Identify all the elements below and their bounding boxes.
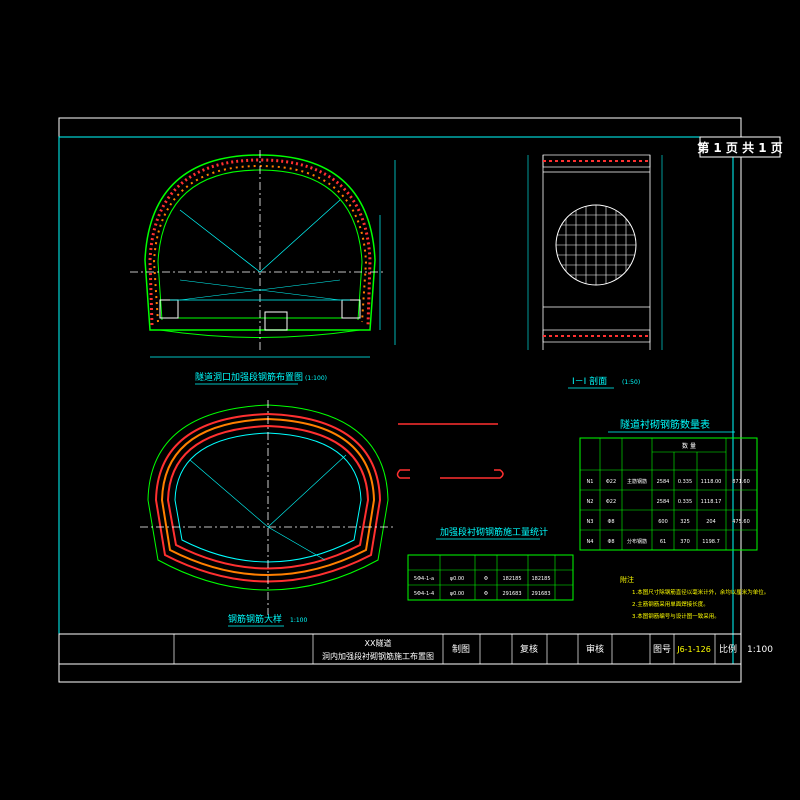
rebar-table-group-header: 数 量 — [682, 442, 696, 450]
drawing-no: J6-1-126 — [676, 645, 711, 654]
drawing-name: 洞内加强段衬砌钢筋施工布置图 — [322, 651, 434, 661]
view-caption-top-left: 隧道洞口加强段钢筋布置图 — [195, 371, 303, 383]
drain-left — [159, 299, 179, 319]
view-caption-bottom-left: 钢筋钢筋大样 — [228, 613, 282, 625]
table-cell: 370 — [680, 539, 690, 545]
outer-frame — [58, 117, 742, 683]
table-cell: 1198.7 — [702, 539, 720, 545]
scale-label: 比例 — [719, 643, 737, 655]
table-cell: 600 — [658, 519, 668, 525]
note-1: 1.本图尺寸除钢筋直径以毫米计外，余均以厘米为单位。 — [632, 588, 769, 596]
rebar-quantity-table: 隧道衬砌钢筋数量表 数 量 N1 Φ22 主筋钢筋 2584 0.335 1118.00 8… — [579, 418, 758, 551]
check-label: 审核 — [586, 643, 604, 655]
table-cell: 5Φ4-1-4 — [414, 591, 434, 597]
table-cell: 325 — [680, 519, 690, 525]
table-cell: 1118.00 — [701, 479, 722, 485]
table-cell: 分布钢筋 — [627, 538, 647, 545]
drawing-no-label: 图号 — [653, 644, 671, 655]
table-cell: 182185 — [531, 576, 550, 582]
table-cell: N4 — [587, 539, 594, 545]
table-cell: 0.335 — [678, 499, 692, 505]
table-cell: Φ8 — [607, 519, 614, 525]
table-cell: 2584 — [657, 479, 670, 485]
table-cell: φ0.00 — [450, 591, 464, 597]
radius-leader-left — [179, 209, 261, 273]
rebar-table-title: 隧道衬砌钢筋数量表 — [620, 418, 710, 431]
table-cell: 0.335 — [678, 479, 692, 485]
detail-leader-l — [189, 459, 269, 528]
rebar-detail-shapes — [396, 423, 504, 479]
section-caption: I－I 剖面 — [572, 375, 607, 387]
table-cell: 871.60 — [732, 479, 750, 485]
table-cell: 204 — [706, 519, 716, 525]
review-label: 复核 — [520, 643, 538, 655]
view-scale-top-left: (1:100) — [305, 375, 327, 382]
title-block: XX隧道 洞内加强段衬砌钢筋施工布置图 制图 复核 审核 图号 J6-1-126… — [58, 633, 773, 665]
notes-block: 附注 1.本图尺寸除钢筋直径以毫米计外，余均以厘米为单位。 2.主筋钢筋采用单面… — [620, 575, 769, 620]
table-cell: 1118.17 — [701, 499, 722, 505]
table-cell: N1 — [587, 479, 594, 485]
rebar-hook-right — [440, 469, 504, 479]
table-cell: Φ — [484, 576, 488, 582]
table-cell: Φ22 — [606, 479, 616, 485]
page-counter: 第 1 页 共 1 页 — [697, 140, 783, 155]
table-cell: 291683 — [502, 591, 521, 597]
table-cell: 291683 — [531, 591, 550, 597]
stat-table-title: 加强段衬砌钢筋施工量统计 — [440, 526, 548, 538]
note-3: 3.本图钢筋编号与设计图一致采用。 — [632, 612, 720, 620]
table-cell: 2584 — [657, 499, 670, 505]
tunnel-lining-detail-view: 钢筋钢筋大样 1:100 — [140, 400, 395, 627]
tunnel-reinforcement-view: 隧道洞口加强段钢筋布置图 (1:100) — [130, 150, 396, 385]
table-cell: φ0.00 — [450, 576, 464, 582]
detail-leader-r — [267, 454, 347, 528]
table-cell: 61 — [660, 539, 666, 545]
center-drain — [264, 311, 288, 331]
section-i-i-view: I－I 剖面 (1:50) — [527, 154, 663, 389]
drain-right — [341, 299, 361, 319]
stat-table-rows: 5Φ4-1-a φ0.00 Φ 182185 182185 5Φ4-1-4 φ0.00 Φ 29… — [414, 576, 551, 597]
table-cell: N2 — [587, 499, 594, 505]
table-cell: Φ — [484, 591, 488, 597]
reinforcement-stat-table: 加强段衬砌钢筋施工量统计 5Φ4-1-a φ0.00 Φ 182185 1821855Φ… — [407, 526, 574, 601]
table-cell: 主筋钢筋 — [627, 478, 647, 485]
drawn-label: 制图 — [452, 643, 470, 655]
page-counter-box: 第 1 页 共 1 页 — [697, 136, 783, 158]
table-cell: N3 — [587, 519, 594, 525]
section-scale: (1:50) — [622, 379, 640, 386]
table-cell: 5Φ4-1-a — [414, 576, 434, 582]
rebar-table-rows: N1 Φ22 主筋钢筋 2584 0.335 1118.00 871.60 N2 Φ22 2584… — [587, 478, 750, 545]
detail-leader-b — [267, 526, 326, 561]
scale-value: 1:100 — [747, 645, 773, 655]
rebar-hook-left — [396, 469, 410, 479]
notes-title: 附注 — [620, 575, 634, 584]
table-cell: 475.60 — [732, 519, 750, 525]
cad-drawing-sheet: 第 1 页 共 1 页 隧道洞口加强段钢筋布置图 (1:100) 钢筋钢筋大样 … — [58, 117, 783, 683]
table-cell: Φ8 — [607, 539, 614, 545]
radius-leader-right — [259, 199, 341, 273]
table-cell: 182185 — [502, 576, 521, 582]
project-name: XX隧道 — [365, 638, 392, 648]
note-2: 2.主筋钢筋采用单面焊接长度。 — [632, 600, 709, 608]
table-cell: Φ22 — [606, 499, 616, 505]
view-scale-bottom-left: 1:100 — [290, 617, 307, 624]
